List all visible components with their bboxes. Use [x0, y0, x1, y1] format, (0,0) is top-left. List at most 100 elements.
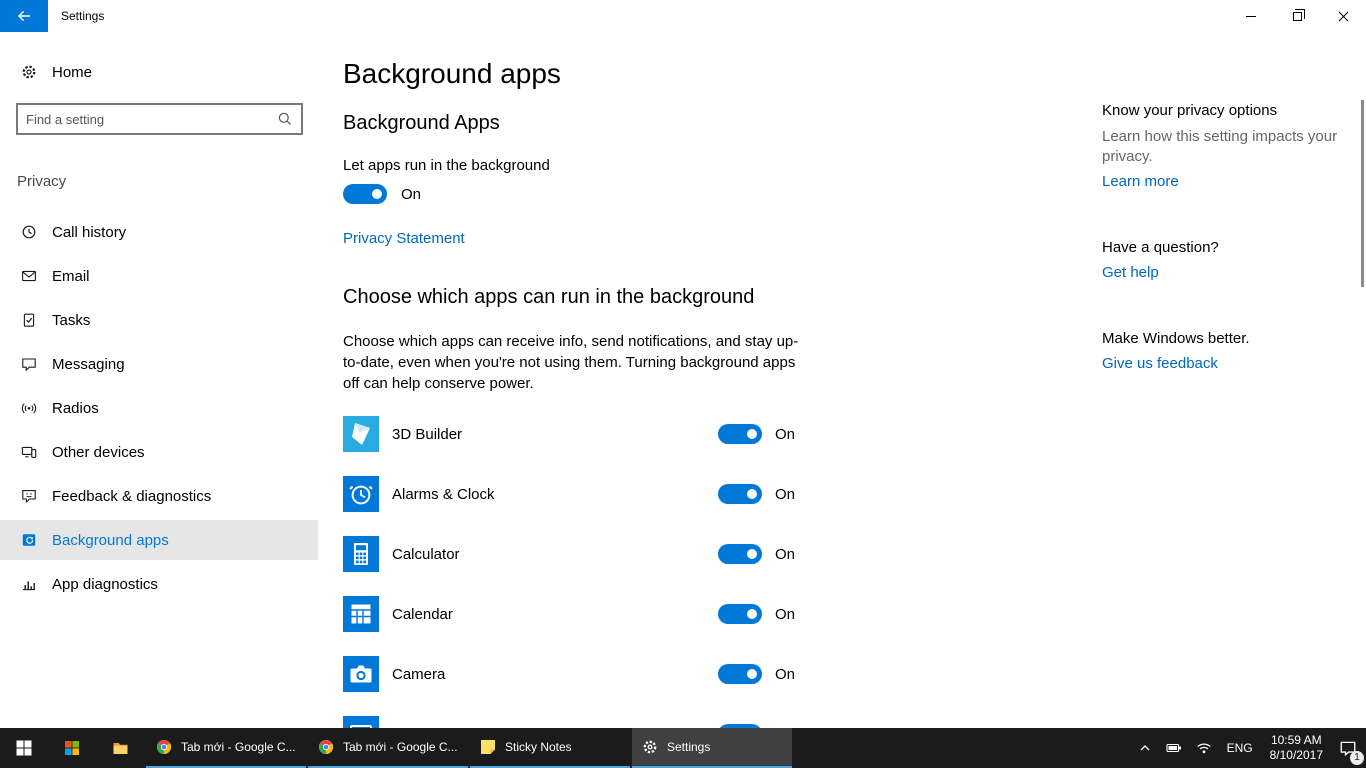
scrollbar-thumb[interactable] — [1361, 100, 1364, 287]
bar-chart-icon — [21, 576, 37, 592]
app-name: Camera — [392, 666, 718, 683]
master-toggle-state: On — [401, 186, 421, 203]
language-indicator[interactable]: ENG — [1219, 741, 1261, 755]
window-controls — [1228, 0, 1366, 32]
taskbar-sticky-notes[interactable]: Sticky Notes — [470, 728, 630, 768]
restore-icon — [1293, 12, 1302, 21]
taskbar: Tab mới - Google C... Tab mới - Google C… — [0, 728, 1366, 768]
sidebar-item-email[interactable]: Email — [0, 256, 318, 296]
toggle-knob — [747, 429, 757, 439]
taskbar-chrome-window-2[interactable]: Tab mới - Google C... — [308, 728, 468, 768]
toggle-knob — [372, 189, 382, 199]
back-button[interactable] — [0, 0, 48, 32]
privacy-options-text: Learn how this setting impacts your priv… — [1102, 127, 1342, 167]
app-toggle-state: On — [775, 606, 805, 623]
give-feedback-link[interactable]: Give us feedback — [1102, 355, 1218, 372]
wifi-icon — [1196, 740, 1212, 756]
calendar-icon — [343, 596, 379, 632]
sidebar-item-label: Background apps — [52, 532, 169, 549]
page-title: Background apps — [343, 56, 1103, 92]
sidebar-item-label: Messaging — [52, 356, 125, 373]
network-button[interactable] — [1189, 728, 1219, 768]
tray-expand-button[interactable] — [1131, 728, 1159, 768]
app-row: Connect On — [343, 704, 805, 728]
restore-button[interactable] — [1274, 0, 1320, 32]
search-input[interactable] — [18, 105, 277, 133]
envelope-icon — [21, 268, 37, 284]
connect-icon — [343, 716, 379, 728]
section-header-choose-apps: Choose which apps can run in the backgro… — [343, 286, 1103, 309]
sidebar-section-header: Privacy — [17, 173, 66, 190]
pinned-app-button[interactable] — [48, 728, 96, 768]
3d-builder-icon — [343, 416, 379, 452]
sidebar-item-tasks[interactable]: Tasks — [0, 300, 318, 340]
windows-logo-icon — [16, 740, 32, 756]
minimize-button[interactable] — [1228, 0, 1274, 32]
learn-more-link[interactable]: Learn more — [1102, 173, 1179, 190]
background-apps-master-toggle[interactable] — [343, 184, 387, 204]
section-header-background-apps: Background Apps — [343, 112, 1103, 135]
app-toggle-3d-builder[interactable] — [718, 424, 762, 444]
app-row: Calendar On — [343, 584, 805, 644]
sidebar-item-label: Other devices — [52, 444, 145, 461]
sidebar-item-feedback-diagnostics[interactable]: Feedback & diagnostics — [0, 476, 318, 516]
taskbar-clock[interactable]: 10:59 AM 8/10/2017 — [1261, 733, 1332, 763]
taskbar-button-label: Settings — [667, 740, 710, 754]
toggle-knob — [747, 489, 757, 499]
notification-badge: 1 — [1350, 751, 1364, 765]
sidebar-item-app-diagnostics[interactable]: App diagnostics — [0, 564, 318, 604]
app-toggle-alarms-clock[interactable] — [718, 484, 762, 504]
sidebar-item-label: Email — [52, 268, 90, 285]
sidebar-item-label: Tasks — [52, 312, 90, 329]
app-name: 3D Builder — [392, 426, 718, 443]
app-toggle-calendar[interactable] — [718, 604, 762, 624]
close-button[interactable] — [1320, 0, 1366, 32]
window-title: Settings — [61, 9, 104, 23]
speech-bubble-icon — [21, 356, 37, 372]
get-help-link[interactable]: Get help — [1102, 264, 1159, 281]
sidebar-item-other-devices[interactable]: Other devices — [0, 432, 318, 472]
start-button[interactable] — [0, 728, 48, 768]
titlebar: Settings — [0, 0, 1366, 32]
taskbar-settings[interactable]: Settings — [632, 728, 792, 768]
toggle-knob — [747, 669, 757, 679]
settings-gear-icon — [642, 739, 658, 755]
minimize-icon — [1246, 16, 1256, 17]
gear-icon — [21, 64, 37, 80]
app-toggle-camera[interactable] — [718, 664, 762, 684]
help-panel: Know your privacy options Learn how this… — [1102, 32, 1342, 373]
calculator-icon — [343, 536, 379, 572]
devices-icon — [21, 444, 37, 460]
app-row: Alarms & Clock On — [343, 464, 805, 524]
folder-icon — [112, 740, 129, 756]
sidebar-item-background-apps[interactable]: Background apps — [0, 520, 318, 560]
toggle-knob — [747, 549, 757, 559]
clock-time: 10:59 AM — [1270, 733, 1323, 748]
sidebar-item-messaging[interactable]: Messaging — [0, 344, 318, 384]
radio-waves-icon — [21, 400, 37, 416]
app-name: Alarms & Clock — [392, 486, 718, 503]
privacy-statement-link[interactable]: Privacy Statement — [343, 230, 465, 247]
sidebar-item-label: Call history — [52, 224, 126, 241]
sidebar-item-home[interactable]: Home — [0, 52, 318, 92]
sidebar-item-radios[interactable]: Radios — [0, 388, 318, 428]
app-toggle-calculator[interactable] — [718, 544, 762, 564]
taskbar-chrome-window-1[interactable]: Tab mới - Google C... — [146, 728, 306, 768]
search-box — [16, 103, 303, 135]
main-content: Background apps Background Apps Let apps… — [343, 32, 1103, 728]
toggle-knob — [747, 609, 757, 619]
file-explorer-button[interactable] — [96, 728, 144, 768]
camera-icon — [343, 656, 379, 692]
system-tray: ENG 10:59 AM 8/10/2017 1 — [1131, 728, 1366, 768]
app-row: Camera On — [343, 644, 805, 704]
choose-apps-description: Choose which apps can receive info, send… — [343, 331, 805, 394]
app-toggle-state: On — [775, 546, 805, 563]
app-name: Calendar — [392, 606, 718, 623]
battery-button[interactable] — [1159, 728, 1189, 768]
battery-icon — [1166, 740, 1182, 756]
sidebar-item-call-history[interactable]: Call history — [0, 212, 318, 252]
sidebar-item-label: App diagnostics — [52, 576, 158, 593]
action-center-button[interactable]: 1 — [1332, 728, 1364, 768]
chevron-up-icon — [1138, 741, 1152, 755]
clock-icon — [21, 224, 37, 240]
